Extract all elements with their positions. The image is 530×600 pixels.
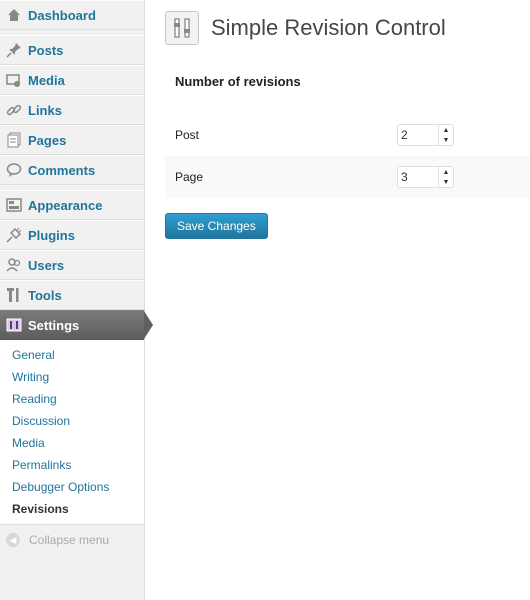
collapse-menu-label: Collapse menu	[29, 533, 110, 547]
sidebar-item-label: Tools	[28, 287, 62, 303]
pages-icon	[6, 132, 22, 148]
submenu-item-discussion[interactable]: Discussion	[0, 410, 144, 432]
sidebar-item-label: Plugins	[28, 227, 75, 243]
sidebar-item-appearance[interactable]: Appearance	[0, 190, 144, 220]
post-revisions-stepper[interactable]: 2 ▲ ▼	[397, 124, 454, 146]
save-changes-button[interactable]: Save Changes	[165, 213, 268, 239]
main-content: Simple Revision Control Number of revisi…	[165, 0, 530, 239]
sidebar-item-label: Users	[28, 257, 65, 273]
links-icon	[6, 102, 22, 118]
decrement-arrow-icon[interactable]: ▼	[439, 177, 453, 187]
sidebar-item-pages[interactable]: Pages	[0, 125, 144, 155]
sidebar-item-label: Appearance	[28, 197, 103, 213]
sidebar-item-comments[interactable]: Comments	[0, 155, 144, 185]
plugins-icon	[6, 227, 22, 243]
submenu-item-permalinks[interactable]: Permalinks	[0, 454, 144, 476]
collapse-menu-button[interactable]: ◀ Collapse menu	[0, 525, 144, 555]
sidebar-item-label: Comments	[28, 162, 96, 178]
revisions-form: Post 2 ▲ ▼ Page 3 ▲ ▼	[165, 114, 530, 198]
post-revisions-value[interactable]: 2	[398, 128, 438, 142]
settings-icon	[6, 317, 22, 333]
sidebar-item-links[interactable]: Links	[0, 95, 144, 125]
submenu-item-revisions[interactable]: Revisions	[0, 498, 144, 520]
admin-sidebar: Dashboard Posts Media Links Pages Commen…	[0, 0, 153, 600]
sidebar-item-dashboard[interactable]: Dashboard	[0, 0, 144, 30]
form-row-page: Page 3 ▲ ▼	[165, 156, 530, 198]
page-revisions-stepper[interactable]: 3 ▲ ▼	[397, 166, 454, 188]
page-title: Simple Revision Control	[211, 15, 446, 40]
sidebar-item-posts[interactable]: Posts	[0, 35, 144, 65]
submenu-item-writing[interactable]: Writing	[0, 366, 144, 388]
submenu-item-debugger-options[interactable]: Debugger Options	[0, 476, 144, 498]
sidebar-item-label: Links	[28, 102, 62, 118]
settings-sliders-icon	[165, 11, 199, 45]
dashboard-icon	[6, 7, 22, 23]
submenu-item-reading[interactable]: Reading	[0, 388, 144, 410]
posts-pin-icon	[6, 42, 22, 58]
increment-arrow-icon[interactable]: ▲	[439, 125, 453, 135]
appearance-icon	[6, 197, 22, 213]
users-icon	[6, 257, 22, 273]
settings-submenu: General Writing Reading Discussion Media…	[0, 340, 144, 525]
page-header: Simple Revision Control	[165, 0, 530, 56]
sidebar-item-label: Dashboard	[28, 7, 96, 23]
comments-icon	[6, 162, 22, 178]
tools-icon	[6, 287, 22, 303]
form-row-post: Post 2 ▲ ▼	[165, 114, 530, 156]
increment-arrow-icon[interactable]: ▲	[439, 167, 453, 177]
sidebar-item-media[interactable]: Media	[0, 65, 144, 95]
sidebar-item-settings[interactable]: Settings	[0, 310, 153, 340]
collapse-arrow-icon: ◀	[6, 533, 20, 547]
sidebar-item-label: Settings	[28, 317, 80, 333]
media-icon	[6, 72, 22, 88]
sidebar-item-tools[interactable]: Tools	[0, 280, 144, 310]
decrement-arrow-icon[interactable]: ▼	[439, 135, 453, 145]
sidebar-item-label: Media	[28, 72, 65, 88]
page-revisions-value[interactable]: 3	[398, 170, 438, 184]
section-title: Number of revisions	[175, 74, 301, 89]
submenu-item-media[interactable]: Media	[0, 432, 144, 454]
sidebar-item-plugins[interactable]: Plugins	[0, 220, 144, 250]
post-label: Post	[175, 128, 200, 142]
page-label: Page	[175, 170, 204, 184]
sidebar-item-label: Pages	[28, 132, 67, 148]
submenu-item-general[interactable]: General	[0, 344, 144, 366]
sidebar-item-users[interactable]: Users	[0, 250, 144, 280]
sidebar-item-label: Posts	[28, 42, 64, 58]
